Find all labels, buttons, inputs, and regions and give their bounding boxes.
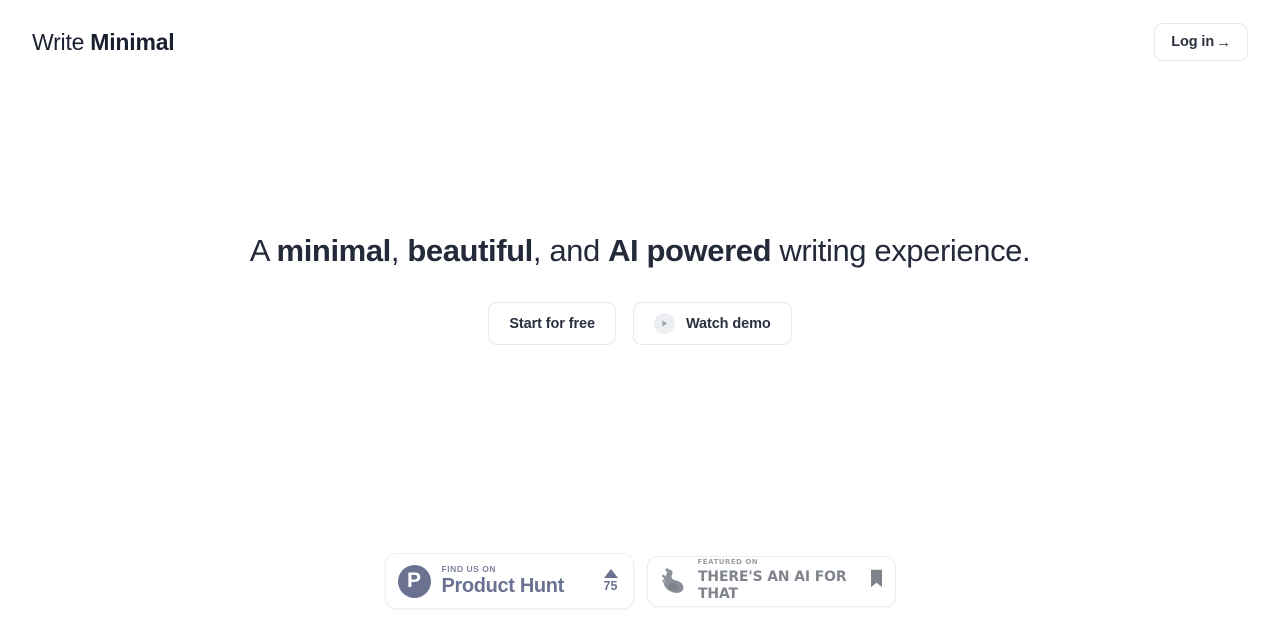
play-icon bbox=[653, 313, 675, 335]
watch-demo-button[interactable]: Watch demo bbox=[632, 302, 792, 346]
theres-an-ai-for-that-text: FEATURED ON THERE'S AN AI FOR THAT bbox=[698, 559, 860, 602]
product-hunt-kicker: FIND US ON bbox=[441, 563, 497, 574]
headline-part-4: writing experience. bbox=[771, 232, 1031, 268]
hero-section: A minimal, beautiful, and AI powered wri… bbox=[0, 0, 1280, 633]
product-hunt-text: FIND US ON Product Hunt bbox=[441, 563, 593, 598]
headline-bold-ai-powered: AI powered bbox=[608, 232, 772, 268]
headline-bold-beautiful: beautiful bbox=[407, 232, 533, 268]
product-hunt-name: Product Hunt bbox=[441, 574, 565, 597]
headline-part-3: , and bbox=[532, 232, 609, 268]
page-title: A minimal, beautiful, and AI powered wri… bbox=[249, 232, 1031, 271]
theres-an-ai-for-that-name: THERE'S AN AI FOR THAT bbox=[697, 569, 847, 602]
badge-row: P FIND US ON Product Hunt 75 FEATURED ON bbox=[0, 553, 1280, 609]
start-for-free-button[interactable]: Start for free bbox=[488, 302, 616, 346]
product-hunt-badge[interactable]: P FIND US ON Product Hunt 75 bbox=[384, 553, 634, 609]
watch-demo-label: Watch demo bbox=[685, 315, 771, 332]
product-hunt-logo-icon: P bbox=[397, 564, 431, 598]
cta-button-group: Start for free Watch demo bbox=[488, 302, 792, 346]
product-hunt-upvotes[interactable]: 75 bbox=[603, 569, 620, 594]
theres-an-ai-for-that-badge[interactable]: FEATURED ON THERE'S AN AI FOR THAT bbox=[646, 555, 896, 607]
theres-an-ai-for-that-kicker: FEATURED ON bbox=[697, 558, 759, 567]
product-hunt-logo-letter: P bbox=[406, 569, 421, 592]
upvote-caret-icon bbox=[603, 569, 618, 579]
flexed-bicep-icon bbox=[658, 566, 688, 596]
product-hunt-upvote-count: 75 bbox=[603, 579, 618, 594]
headline-bold-minimal: minimal bbox=[276, 232, 392, 268]
start-for-free-label: Start for free bbox=[509, 315, 595, 332]
headline-part-1: A bbox=[249, 232, 277, 268]
bookmark-icon[interactable] bbox=[870, 569, 883, 593]
headline-part-2: , bbox=[390, 232, 408, 268]
